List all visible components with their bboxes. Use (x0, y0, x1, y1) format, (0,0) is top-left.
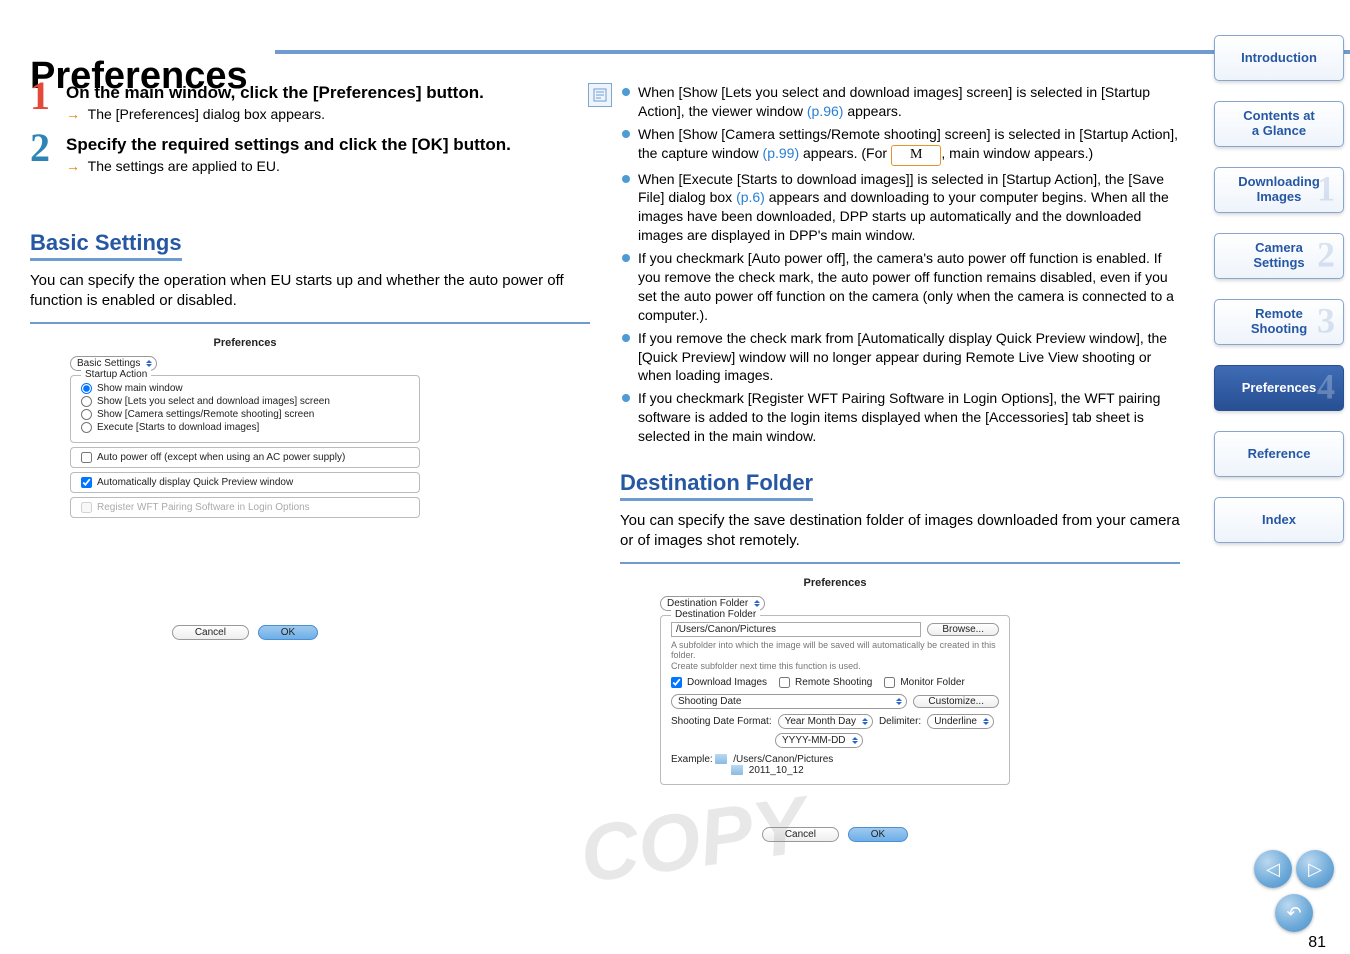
cancel-button[interactable]: Cancel (172, 625, 249, 640)
ok-button[interactable]: OK (848, 827, 908, 842)
check-monitor-folder[interactable] (884, 677, 895, 688)
check-remote-shooting[interactable] (779, 677, 790, 688)
destination-path-field[interactable]: /Users/Canon/Pictures (671, 622, 921, 637)
example-label: Example: (671, 754, 713, 765)
step-number-1: 1 (30, 72, 50, 119)
radio-label: Show [Camera settings/Remote shooting] s… (97, 409, 314, 420)
sidebar-introduction[interactable]: Introduction (1214, 35, 1344, 81)
check-label: Auto power off (except when using an AC … (97, 452, 345, 463)
destination-folder-legend: Destination Folder (671, 609, 760, 620)
date-format-select[interactable]: Year Month Day (778, 714, 873, 729)
radio-label: Show [Lets you select and download image… (97, 396, 330, 407)
startup-action-legend: Startup Action (81, 369, 151, 380)
sidebar-nav: Introduction Contents at a Glance 1Downl… (1214, 35, 1344, 543)
subfolder-rule-select[interactable]: Shooting Date (671, 694, 907, 709)
notes-icon (588, 83, 612, 107)
m-badge: M (891, 145, 941, 166)
check-quick-preview[interactable] (81, 477, 92, 488)
folder-icon (731, 765, 743, 775)
next-page-button[interactable]: ▷ (1296, 850, 1334, 888)
browse-button[interactable]: Browse... (927, 623, 999, 636)
note-item: When [Execute [Starts to download images… (638, 170, 1180, 246)
arrow-icon: → (66, 158, 80, 174)
radio-label: Execute [Starts to download images] (97, 422, 259, 433)
sidebar-reference[interactable]: Reference (1214, 431, 1344, 477)
sidebar-remote-shooting[interactable]: 3Remote Shooting (1214, 299, 1344, 345)
example-path: /Users/Canon/Pictures (733, 754, 833, 765)
sidebar-index[interactable]: Index (1214, 497, 1344, 543)
radio-show-download[interactable] (81, 396, 92, 407)
radio-label: Show main window (97, 383, 183, 394)
step-2-heading: Specify the required settings and click … (66, 134, 590, 156)
check-label: Monitor Folder (900, 677, 964, 688)
check-auto-power-off[interactable] (81, 452, 92, 463)
dialog-title: Preferences (60, 334, 430, 352)
note-item: When [Show [Camera settings/Remote shoot… (638, 125, 1180, 166)
link-p99[interactable]: (p.99) (763, 145, 800, 161)
check-download-images[interactable] (671, 677, 682, 688)
dialog-title: Preferences (650, 574, 1020, 592)
basic-settings-desc: You can specify the operation when EU st… (30, 271, 590, 312)
radio-show-camera[interactable] (81, 409, 92, 420)
destination-folder-dialog: Preferences Destination Folder Destinati… (650, 574, 1020, 846)
sidebar-camera-settings[interactable]: 2Camera Settings (1214, 233, 1344, 279)
note-item: If you remove the check mark from [Autom… (638, 329, 1180, 386)
dialog-hint: Create subfolder next time this function… (671, 661, 999, 672)
link-p6[interactable]: (p.6) (736, 189, 765, 205)
check-label: Download Images (687, 677, 767, 688)
basic-settings-header: Basic Settings (30, 230, 182, 261)
delimiter-label: Delimiter: (879, 716, 921, 727)
link-p96[interactable]: (p.96) (807, 103, 844, 119)
format-label: Shooting Date Format: (671, 716, 772, 727)
note-item: If you checkmark [Register WFT Pairing S… (638, 389, 1180, 446)
check-wft-pairing (81, 502, 92, 513)
step-2-result: The settings are applied to EU. (88, 158, 280, 174)
step-1-heading: On the main window, click the [Preferenc… (66, 82, 590, 104)
destination-folder-desc: You can specify the save destination fol… (620, 511, 1180, 552)
note-item: When [Show [Lets you select and download… (638, 83, 1180, 121)
note-item: If you checkmark [Auto power off], the c… (638, 249, 1180, 325)
basic-settings-dialog: Preferences Basic Settings Startup Actio… (60, 334, 430, 644)
arrow-icon: → (66, 106, 80, 122)
radio-execute-download[interactable] (81, 422, 92, 433)
sidebar-preferences[interactable]: 4Preferences (1214, 365, 1344, 411)
page-number: 81 (1308, 934, 1326, 952)
date-pattern-select[interactable]: YYYY-MM-DD (775, 733, 863, 748)
customize-button[interactable]: Customize... (913, 695, 999, 708)
sidebar-downloading[interactable]: 1Downloading Images (1214, 167, 1344, 213)
sidebar-contents[interactable]: Contents at a Glance (1214, 101, 1344, 147)
step-1-result: The [Preferences] dialog box appears. (88, 106, 325, 122)
ok-button[interactable]: OK (258, 625, 318, 640)
check-label: Register WFT Pairing Software in Login O… (97, 502, 310, 513)
destination-folder-header: Destination Folder (620, 470, 813, 501)
back-button[interactable]: ↶ (1275, 894, 1313, 932)
prev-page-button[interactable]: ◁ (1254, 850, 1292, 888)
step-number-2: 2 (30, 124, 50, 171)
folder-icon (715, 754, 727, 764)
radio-show-main[interactable] (81, 383, 92, 394)
cancel-button[interactable]: Cancel (762, 827, 839, 842)
delimiter-select[interactable]: Underline (927, 714, 994, 729)
dialog-hint: A subfolder into which the image will be… (671, 640, 999, 662)
check-label: Remote Shooting (795, 677, 872, 688)
example-subfolder: 2011_10_12 (749, 765, 804, 776)
check-label: Automatically display Quick Preview wind… (97, 477, 293, 488)
